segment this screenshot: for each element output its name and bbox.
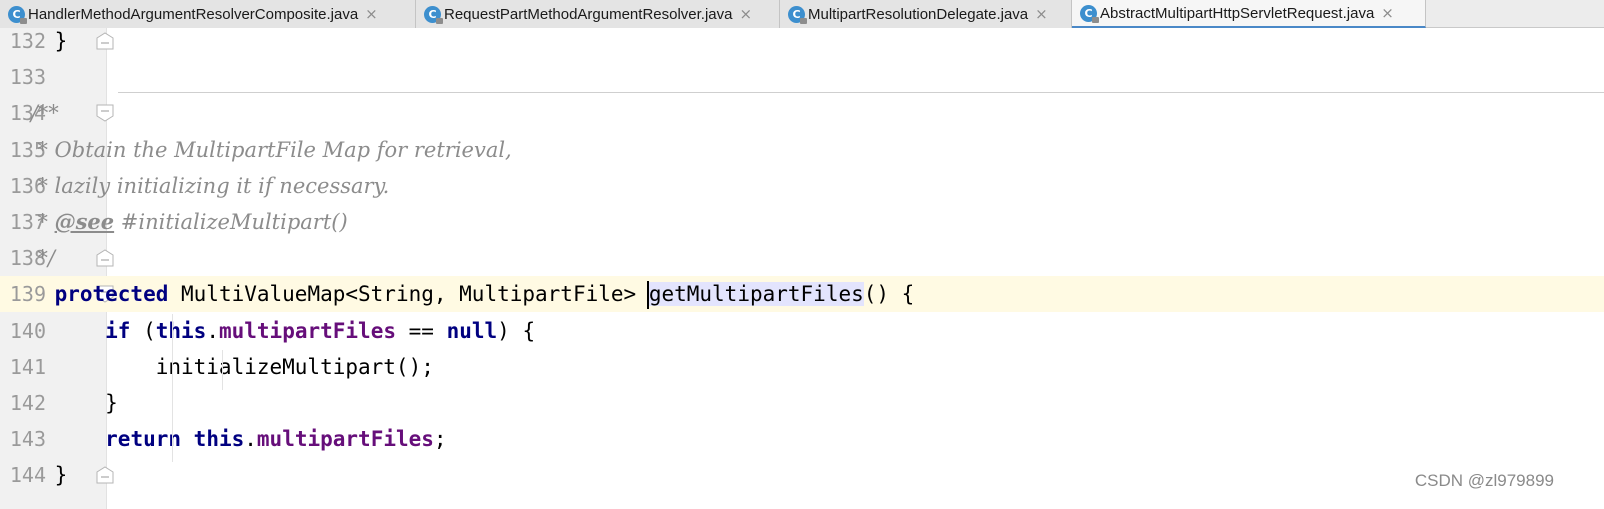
code-text: } [4,457,68,493]
fold-end-icon[interactable] [96,466,114,484]
code-token: if [105,319,131,343]
code-token: () { [863,282,915,306]
tab-label: AbstractMultipartHttpServletRequest.java [1100,4,1375,22]
code-token: ( [130,319,156,343]
indent-guide [172,314,173,462]
code-token: . [244,427,257,451]
code-line[interactable]: 136 * lazily initializing it if necessar… [0,168,1604,204]
code-line[interactable]: 140 if (this.multipartFiles == null) { [0,313,1604,349]
code-text: * Obtain the MultipartFile Map for retri… [4,132,512,168]
code-line[interactable]: 143 return this.multipartFiles; [0,421,1604,457]
code-token: ) { [497,319,536,343]
code-text: protected MultiValueMap<String, Multipar… [4,276,914,312]
code-token: protected [54,282,169,306]
watermark: CSDN @zl979899 [1414,471,1554,490]
code-token: this [193,427,245,451]
code-text: initializeMultipart(); [4,349,434,385]
code-line[interactable]: 138 */ [0,240,1604,276]
code-line[interactable]: 134 /** [0,95,1604,131]
indent-guide [222,350,223,390]
code-token: getMultipartFiles [648,282,864,306]
code-token: */ [4,246,55,270]
method-separator-line [118,92,1604,93]
class-icon: C [8,5,27,24]
fold-collapse-icon[interactable] [96,104,114,122]
fold-end-icon[interactable] [96,32,114,50]
code-text: * lazily initializing it if necessary. [4,168,389,204]
code-token: } [4,391,118,415]
code-line[interactable]: 132 } [0,23,1604,59]
code-text: return this.multipartFiles; [4,421,447,457]
code-text: /** [4,95,59,131]
code-line[interactable]: 135 * Obtain the MultipartFile Map for r… [0,132,1604,168]
code-text: } [4,23,68,59]
code-token: } [4,463,68,487]
code-token: multipartFiles [218,319,396,343]
code-token: } [4,29,68,53]
fold-end-icon[interactable] [96,249,114,267]
code-line[interactable]: 142 } [0,385,1604,421]
code-text: */ [4,240,55,276]
code-token: . [206,319,219,343]
close-icon[interactable]: × [1381,4,1394,22]
code-line[interactable]: 137 * @see #initializeMultipart() [0,204,1604,240]
code-token: /** [4,101,59,125]
code-line[interactable]: 141 initializeMultipart(); [0,349,1604,385]
code-token: multipartFiles [256,427,434,451]
class-icon: C [788,5,807,24]
code-text: * @see #initializeMultipart() [4,204,348,240]
code-token: return [105,427,182,451]
code-token: this [155,319,207,343]
code-token: * Obtain the MultipartFile Map for retri… [4,138,512,162]
code-token: #initializeMultipart() [114,210,348,234]
class-icon: C [424,5,443,24]
code-line[interactable]: 144 } [0,457,1604,493]
code-token: * lazily initializing it if necessary. [4,174,390,198]
close-icon[interactable]: × [365,5,378,23]
code-token: initializeMultipart(); [4,355,434,379]
code-line[interactable]: 139 protected MultiValueMap<String, Mult… [0,276,1604,312]
text-caret [646,281,649,309]
code-token: @see [54,209,115,234]
tab-label: MultipartResolutionDelegate.java [808,5,1029,23]
close-icon[interactable]: × [740,5,753,23]
code-token: MultiValueMap<String, MultipartFile> [168,282,649,306]
class-icon: C [1080,4,1099,23]
code-token: ; [433,427,447,451]
tab-label: HandlerMethodArgumentResolverComposite.j… [28,5,359,23]
close-icon[interactable]: × [1035,5,1048,23]
code-token: == [396,319,447,343]
code-text: } [4,385,118,421]
code-token: * [4,210,55,234]
tab-label: RequestPartMethodArgumentResolver.java [444,5,733,23]
code-text: if (this.multipartFiles == null) { [4,313,535,349]
code-line[interactable]: 133 [0,59,1604,95]
line-number: 133 [9,65,46,89]
code-token: null [446,319,498,343]
